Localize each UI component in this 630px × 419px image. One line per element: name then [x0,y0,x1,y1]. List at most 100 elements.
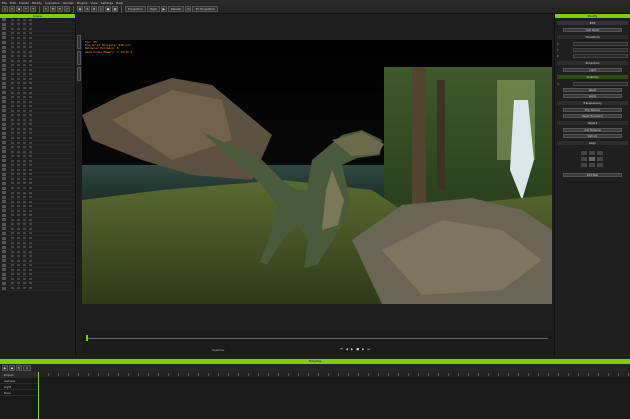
row-toggle-icon[interactable] [29,209,32,212]
row-toggle-icon[interactable] [29,82,32,85]
field-y-input[interactable] [573,48,628,52]
row-toggle-icon[interactable] [11,237,14,240]
row-toggle-icon[interactable] [29,218,32,221]
3d-viewport[interactable] [82,40,552,304]
go-start-icon[interactable]: ⏮ [340,347,343,351]
row-toggle-icon[interactable] [17,227,20,230]
menu-plugins[interactable]: Plugins [77,1,88,5]
row-toggle-icon[interactable] [23,55,26,58]
row-toggle-icon[interactable] [23,155,26,158]
row-toggle-icon[interactable] [11,182,14,185]
row-toggle-icon[interactable] [23,100,26,103]
row-toggle-icon[interactable] [23,86,26,89]
row-toggle-icon[interactable] [11,273,14,276]
row-toggle-icon[interactable] [11,259,14,262]
row-toggle-icon[interactable] [29,141,32,144]
row-toggle-icon[interactable] [17,86,20,89]
row-toggle-icon[interactable] [29,118,32,121]
apply-button[interactable]: Apply [563,94,622,98]
row-toggle-icon[interactable] [23,250,26,253]
scrubber-start-marker[interactable] [86,335,88,341]
row-toggle-icon[interactable] [17,64,20,67]
timeline-playhead[interactable] [38,372,39,419]
row-toggle-icon[interactable] [29,237,32,240]
row-toggle-icon[interactable] [29,136,32,139]
row-toggle-icon[interactable] [17,164,20,167]
row-toggle-icon[interactable] [17,46,20,49]
save-icon[interactable]: ▪ [16,6,22,12]
go-end-icon[interactable]: ⏭ [367,347,370,351]
row-toggle-icon[interactable] [23,200,26,203]
menu-file[interactable]: File [2,1,7,5]
row-toggle-icon[interactable] [11,82,14,85]
row-toggle-icon[interactable] [17,255,20,258]
rotate-icon[interactable]: ↻ [57,6,63,12]
row-toggle-icon[interactable] [29,287,32,290]
row-toggle-icon[interactable] [29,105,32,108]
row-toggle-icon[interactable] [23,32,26,35]
row-toggle-icon[interactable] [29,18,32,21]
row-toggle-icon[interactable] [11,23,14,26]
align-left-icon[interactable] [580,157,587,161]
row-toggle-icon[interactable] [29,187,32,189]
align-top-left-icon[interactable] [580,151,587,155]
scene-row[interactable] [0,286,75,291]
row-toggle-icon[interactable] [11,196,14,199]
row-toggle-icon[interactable] [17,241,20,244]
next-frame-icon[interactable]: ▶ [362,347,364,351]
menu-animation[interactable]: Animation [45,1,60,5]
row-toggle-icon[interactable] [17,159,20,162]
row-toggle-icon[interactable] [11,250,14,253]
row-toggle-icon[interactable] [29,114,32,117]
new-file-icon[interactable]: ▫ [2,6,8,12]
row-toggle-icon[interactable] [23,173,26,176]
stop-icon[interactable]: ■ [356,347,359,351]
scale-icon[interactable]: ⤢ [64,6,70,12]
row-toggle-icon[interactable] [17,77,20,80]
row-toggle-icon[interactable] [29,264,32,267]
row-toggle-icon[interactable] [23,136,26,139]
row-toggle-icon[interactable] [17,50,20,53]
row-toggle-icon[interactable] [29,214,32,217]
row-toggle-icon[interactable] [29,196,32,199]
row-toggle-icon[interactable] [23,237,26,240]
row-toggle-icon[interactable] [17,68,20,71]
row-toggle-icon[interactable] [23,109,26,112]
row-toggle-icon[interactable] [11,146,14,149]
row-toggle-icon[interactable] [11,268,14,271]
row-toggle-icon[interactable] [29,64,32,67]
row-toggle-icon[interactable] [11,141,14,144]
row-toggle-icon[interactable] [23,273,26,276]
row-toggle-icon[interactable] [23,232,26,235]
row-toggle-icon[interactable] [23,118,26,121]
play-icon[interactable]: ▶ [351,347,353,351]
add-material-button[interactable]: Add Material [563,128,622,132]
row-toggle-icon[interactable] [29,132,32,135]
wireframe-icon[interactable]: ◇ [98,6,104,12]
row-toggle-icon[interactable] [23,50,26,53]
row-toggle-icon[interactable] [29,150,32,153]
row-toggle-icon[interactable] [29,232,32,235]
light-button[interactable]: Light [563,68,622,72]
row-toggle-icon[interactable] [29,259,32,262]
row-toggle-icon[interactable] [23,227,26,230]
row-toggle-icon[interactable] [17,123,20,126]
row-toggle-icon[interactable] [11,127,14,130]
current-frame-field[interactable]: 0 [23,365,31,371]
row-toggle-icon[interactable] [17,109,20,112]
row-toggle-icon[interactable] [23,114,26,117]
row-toggle-icon[interactable] [11,36,14,39]
row-toggle-icon[interactable] [11,46,14,49]
row-toggle-icon[interactable] [23,223,26,226]
align-right-icon[interactable] [596,157,603,161]
row-toggle-icon[interactable] [11,209,14,212]
row-toggle-icon[interactable] [11,68,14,71]
row-toggle-icon[interactable] [23,46,26,49]
align-center-icon[interactable] [588,157,595,161]
row-toggle-icon[interactable] [17,155,20,158]
row-toggle-icon[interactable] [17,237,20,240]
section-transparency[interactable]: Transparency [557,101,628,105]
menu-settings[interactable]: Settings [101,1,113,5]
row-toggle-icon[interactable] [11,73,14,76]
row-toggle-icon[interactable] [11,246,14,249]
